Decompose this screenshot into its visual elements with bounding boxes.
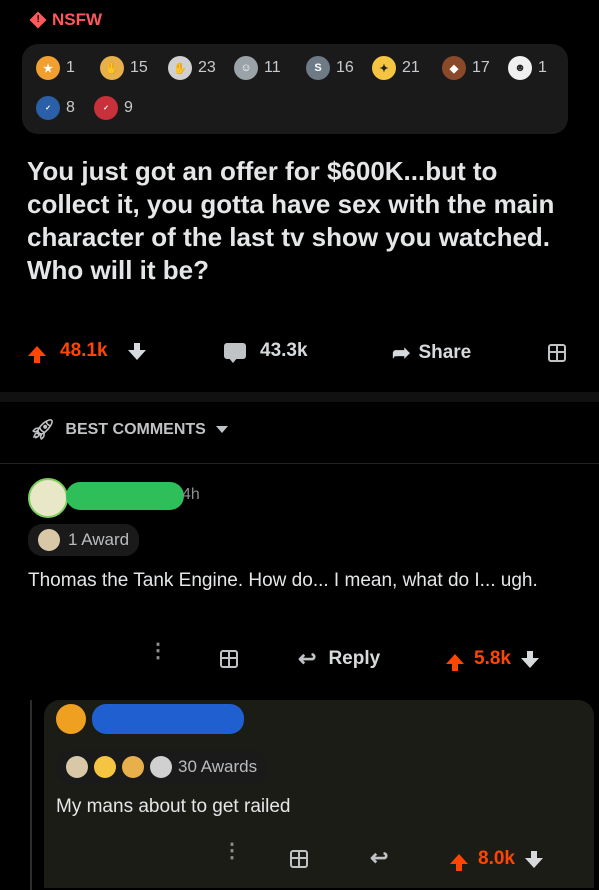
award-item[interactable]: ✓ 8 xyxy=(36,96,75,120)
nsfw-badge: ! NSFW xyxy=(29,10,103,30)
comment-awards[interactable]: 1 Award xyxy=(28,524,140,556)
sort-dropdown[interactable]: 🚀︎ BEST COMMENTS xyxy=(30,417,228,442)
comment-body: Thomas the Tank Engine. How do... I mean… xyxy=(28,570,538,591)
more-vertical-icon: ⋮ xyxy=(222,840,242,862)
reply-arrow-icon: ↩ xyxy=(298,646,317,671)
post-title: You just got an offer for $600K...but to… xyxy=(27,156,555,285)
gift-icon xyxy=(290,850,308,868)
award-item[interactable]: S 16 xyxy=(306,56,354,80)
gift-icon xyxy=(220,650,238,668)
award-icon-2: ✋ xyxy=(100,56,124,80)
upvote-icon[interactable] xyxy=(446,654,464,671)
redacted-username xyxy=(92,704,244,734)
share-label: Share xyxy=(418,342,472,363)
award-icon xyxy=(122,756,144,778)
vote-icon: ✓ xyxy=(94,96,118,120)
reply-button[interactable]: ↩ xyxy=(370,845,388,871)
award-icon xyxy=(94,756,116,778)
chevron-down-icon xyxy=(215,426,228,433)
section-divider xyxy=(0,392,599,402)
more-vertical-icon: ⋮ xyxy=(148,640,168,662)
comment-body: My mans about to get railed xyxy=(56,796,291,817)
comment-vote-group: 5.8k xyxy=(446,648,539,671)
redacted-username xyxy=(66,482,184,510)
award-item[interactable]: ✓ 9 xyxy=(94,96,133,120)
upvote-icon[interactable] xyxy=(28,346,46,363)
award-icon-6: ✦ xyxy=(372,56,396,80)
avatar[interactable] xyxy=(28,478,68,518)
voted-icon: ✓ xyxy=(36,96,60,120)
award-item[interactable]: ◆ 17 xyxy=(442,56,490,80)
post-score: 48.1k xyxy=(60,340,108,361)
comment-score: 5.8k xyxy=(474,648,511,669)
award-icon-7: ◆ xyxy=(442,56,466,80)
award-icon-3: ✋ xyxy=(168,56,192,80)
award-item[interactable]: ✋ 23 xyxy=(168,56,216,80)
award-item[interactable]: ☻ 1 xyxy=(508,56,547,80)
downvote-icon[interactable] xyxy=(524,851,543,868)
reply-button[interactable]: ↩ Reply xyxy=(298,646,380,672)
award-icon-4: ☺ xyxy=(234,56,258,80)
comment-bubble-icon xyxy=(224,343,246,363)
more-options-button[interactable]: ⋮ xyxy=(222,840,242,862)
downvote-icon[interactable] xyxy=(127,343,146,360)
give-award-button[interactable] xyxy=(548,344,566,362)
post-action-bar: 48.1k 43.3k ➦ Share xyxy=(0,340,599,370)
awards-panel[interactable]: ★ 1 ✋ 15 ✋ 23 ☺ 11 S 16 ✦ 21 ◆ 17 ☻ 1 ✓ … xyxy=(22,44,568,134)
award-icon-8: ☻ xyxy=(508,56,532,80)
award-icon xyxy=(38,529,60,551)
comments-divider xyxy=(0,463,599,464)
comments-button[interactable]: 43.3k xyxy=(224,340,308,363)
award-icon xyxy=(150,756,172,778)
gift-icon xyxy=(548,344,566,362)
give-award-button[interactable] xyxy=(290,850,308,868)
give-award-button[interactable] xyxy=(220,650,238,668)
share-button[interactable]: ➦ Share xyxy=(392,340,471,366)
reply-label: Reply xyxy=(328,648,381,669)
more-options-button[interactable]: ⋮ xyxy=(148,640,168,662)
award-item[interactable]: ✋ 15 xyxy=(100,56,148,80)
comment-vote-group: 8.0k xyxy=(450,848,543,871)
award-icon xyxy=(66,756,88,778)
comment-awards[interactable]: 30 Awards xyxy=(56,750,268,784)
award-item[interactable]: ✦ 21 xyxy=(372,56,420,80)
rocket-icon: 🚀︎ xyxy=(30,419,56,441)
avatar[interactable] xyxy=(56,704,86,734)
upvote-icon[interactable] xyxy=(450,854,468,871)
thread-line[interactable] xyxy=(30,700,32,890)
share-arrow-icon: ➦ xyxy=(392,340,411,365)
award-icon-1: ★ xyxy=(36,56,60,80)
reply-arrow-icon: ↩ xyxy=(370,845,389,870)
award-item[interactable]: ☺ 11 xyxy=(234,56,281,80)
nsfw-label: NSFW xyxy=(52,10,103,29)
warning-diamond-icon: ! xyxy=(29,11,47,29)
vote-group: 48.1k xyxy=(28,340,146,363)
comment-time: 4h xyxy=(182,486,200,503)
sort-label: BEST COMMENTS xyxy=(65,420,206,438)
award-icon-5: S xyxy=(306,56,330,80)
comment-count: 43.3k xyxy=(260,340,308,361)
comment-score: 8.0k xyxy=(478,848,515,869)
award-item[interactable]: ★ 1 xyxy=(36,56,75,80)
downvote-icon[interactable] xyxy=(520,651,539,668)
reply-comment: 30 Awards My mans about to get railed ⋮ … xyxy=(44,700,594,888)
